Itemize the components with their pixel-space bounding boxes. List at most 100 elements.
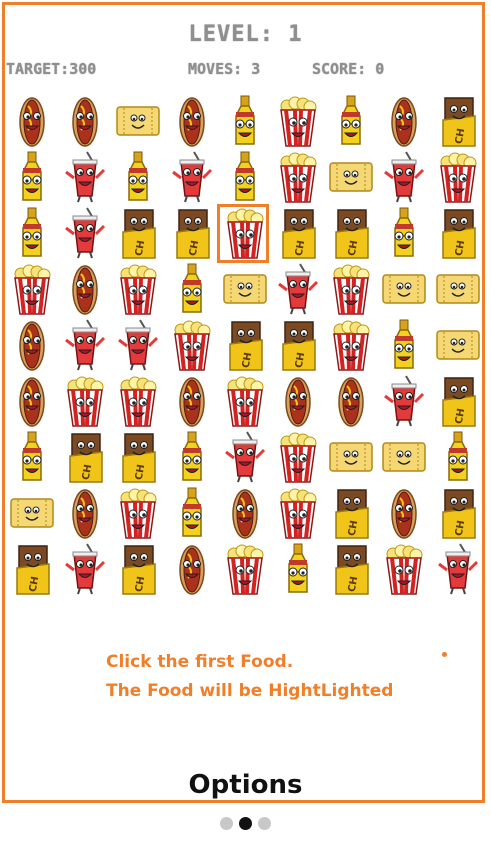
ticket-icon xyxy=(329,442,373,472)
tile-chocolate[interactable]: CH xyxy=(326,542,376,596)
tile-bottle[interactable] xyxy=(113,150,163,204)
tile-ticket[interactable] xyxy=(220,262,270,316)
tile-hotdog[interactable] xyxy=(7,374,57,428)
tile-hotdog[interactable] xyxy=(7,318,57,372)
tile-chocolate[interactable]: CH xyxy=(7,542,57,596)
tile-popcorn[interactable] xyxy=(113,374,163,428)
tile-hotdog[interactable] xyxy=(7,94,57,148)
tile-bottle[interactable] xyxy=(7,430,57,484)
tile-soda[interactable] xyxy=(433,542,483,596)
tile-popcorn[interactable] xyxy=(220,374,270,428)
page-dot-3[interactable] xyxy=(258,817,271,830)
tile-chocolate[interactable]: CH xyxy=(326,206,376,260)
tile-popcorn[interactable] xyxy=(7,262,57,316)
page-dot-2[interactable] xyxy=(239,817,252,830)
popcorn-icon xyxy=(14,264,51,315)
tile-popcorn[interactable] xyxy=(433,150,483,204)
bottle-icon xyxy=(447,431,468,481)
tile-soda[interactable] xyxy=(60,150,110,204)
tile-bottle[interactable] xyxy=(167,430,217,484)
tile-chocolate[interactable]: CH xyxy=(433,374,483,428)
bottle-icon xyxy=(22,151,42,201)
chocolate-icon: CH xyxy=(335,545,369,595)
tile-popcorn[interactable] xyxy=(379,542,429,596)
tile-ticket[interactable] xyxy=(379,430,429,484)
tile-ticket[interactable] xyxy=(326,150,376,204)
tile-popcorn[interactable] xyxy=(273,486,323,540)
tile-ticket[interactable] xyxy=(379,262,429,316)
tile-popcorn[interactable] xyxy=(273,430,323,484)
tile-soda[interactable] xyxy=(60,542,110,596)
ticket-icon xyxy=(329,162,373,192)
tile-hotdog[interactable] xyxy=(167,542,217,596)
tile-hotdog[interactable] xyxy=(60,262,110,316)
tile-chocolate[interactable]: CH xyxy=(433,206,483,260)
options-button[interactable]: Options xyxy=(0,770,491,800)
tile-bottle[interactable] xyxy=(220,94,270,148)
tile-chocolate[interactable]: CH xyxy=(60,430,110,484)
tile-bottle[interactable] xyxy=(220,150,270,204)
tile-soda[interactable] xyxy=(379,374,429,428)
tile-bottle[interactable] xyxy=(167,486,217,540)
tile-popcorn[interactable] xyxy=(326,318,376,372)
tile-chocolate[interactable]: CH xyxy=(113,430,163,484)
bottle-icon xyxy=(22,431,42,481)
tile-hotdog[interactable] xyxy=(379,486,429,540)
tile-popcorn[interactable] xyxy=(273,94,323,148)
tile-bottle[interactable] xyxy=(379,318,429,372)
tile-chocolate[interactable]: CH xyxy=(113,542,163,596)
tile-ticket[interactable] xyxy=(433,262,483,316)
tile-hotdog[interactable] xyxy=(167,94,217,148)
tile-hotdog[interactable] xyxy=(273,374,323,428)
tile-ticket[interactable] xyxy=(7,486,57,540)
tile-popcorn[interactable] xyxy=(60,374,110,428)
tile-chocolate[interactable]: CH xyxy=(326,486,376,540)
tile-chocolate[interactable]: CH xyxy=(433,486,483,540)
chocolate-icon: CH xyxy=(175,209,210,259)
tile-chocolate[interactable]: CH xyxy=(273,206,323,260)
tile-chocolate[interactable]: CH xyxy=(113,206,163,260)
tile-popcorn[interactable] xyxy=(167,318,217,372)
tile-soda[interactable] xyxy=(60,318,110,372)
soda-icon xyxy=(384,151,425,203)
tile-soda[interactable] xyxy=(167,150,217,204)
chocolate-icon: CH xyxy=(335,209,369,259)
tile-chocolate[interactable]: CH xyxy=(273,318,323,372)
popcorn-icon xyxy=(120,376,157,427)
tile-chocolate[interactable]: CH xyxy=(433,94,483,148)
tile-popcorn[interactable] xyxy=(326,262,376,316)
tile-popcorn[interactable] xyxy=(113,486,163,540)
tile-popcorn[interactable] xyxy=(113,262,163,316)
tile-hotdog[interactable] xyxy=(220,486,270,540)
soda-icon xyxy=(278,263,319,315)
tile-chocolate[interactable]: CH xyxy=(220,318,270,372)
ticket-icon xyxy=(435,330,480,360)
tile-bottle[interactable] xyxy=(379,206,429,260)
tile-hotdog[interactable] xyxy=(379,94,429,148)
tile-bottle[interactable] xyxy=(326,94,376,148)
tile-bottle[interactable] xyxy=(7,150,57,204)
tile-bottle[interactable] xyxy=(7,206,57,260)
tile-soda[interactable] xyxy=(60,206,110,260)
tile-soda[interactable] xyxy=(273,262,323,316)
tile-bottle[interactable] xyxy=(433,430,483,484)
tile-bottle[interactable] xyxy=(167,262,217,316)
tile-soda[interactable] xyxy=(379,150,429,204)
tile-ticket[interactable] xyxy=(433,318,483,372)
tile-ticket[interactable] xyxy=(326,430,376,484)
tile-hotdog[interactable] xyxy=(326,374,376,428)
soda-icon xyxy=(65,207,106,259)
tile-soda[interactable] xyxy=(220,430,270,484)
page-dot-1[interactable] xyxy=(220,817,233,830)
tile-hotdog[interactable] xyxy=(60,94,110,148)
tile-chocolate[interactable]: CH xyxy=(167,206,217,260)
chocolate-icon: CH xyxy=(122,433,157,483)
tile-bottle[interactable] xyxy=(273,542,323,596)
tile-hotdog[interactable] xyxy=(167,374,217,428)
decorative-dot xyxy=(442,652,447,657)
tile-popcorn[interactable] xyxy=(273,150,323,204)
tile-ticket[interactable] xyxy=(113,94,163,148)
tile-hotdog[interactable] xyxy=(60,486,110,540)
tile-popcorn[interactable] xyxy=(220,542,270,596)
tile-soda[interactable] xyxy=(113,318,163,372)
